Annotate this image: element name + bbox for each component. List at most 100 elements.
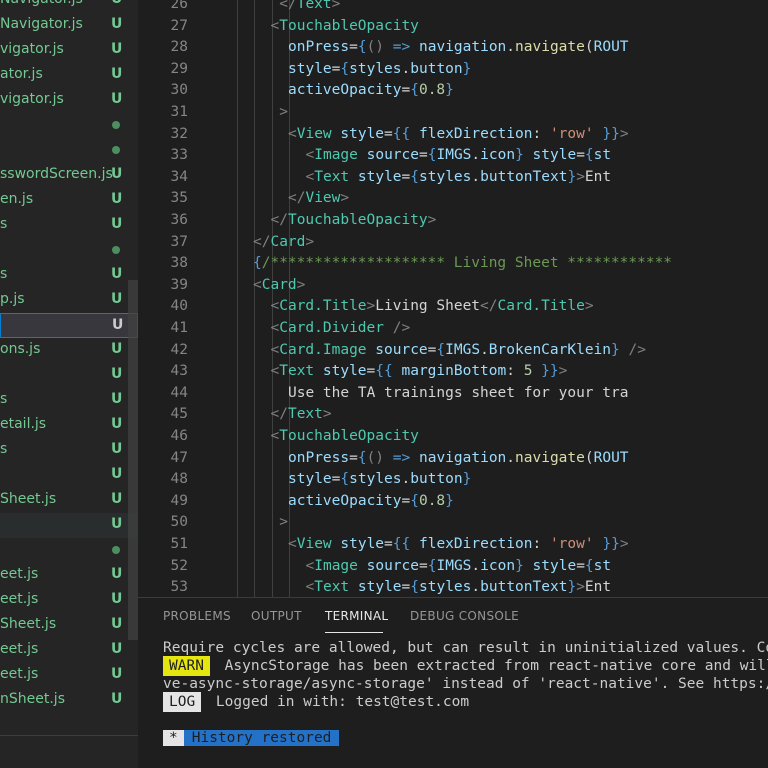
file-item[interactable]: Navigator.js U bbox=[0, 13, 138, 38]
code-token: navigation bbox=[418, 39, 507, 56]
code-line[interactable]: 38 {/******************** Living Sheet **… bbox=[138, 253, 768, 275]
file-item[interactable]: U bbox=[0, 363, 138, 388]
code-token: > bbox=[340, 190, 350, 207]
code-token: > bbox=[331, 0, 341, 12]
code-line[interactable]: 33 <Image source={IMGS.icon} style={st bbox=[138, 145, 768, 167]
code-token: style bbox=[357, 579, 402, 596]
file-item[interactable]: sU bbox=[0, 388, 138, 413]
code-token: } bbox=[462, 60, 472, 77]
file-item[interactable]: U bbox=[0, 513, 138, 538]
code-text: <Text style={styles.buttonText}>Ent bbox=[306, 577, 612, 597]
file-name: Navigator.js bbox=[0, 16, 83, 32]
code-token: Text bbox=[314, 168, 350, 185]
file-item[interactable] bbox=[0, 113, 138, 138]
file-item[interactable]: Navigator.js U bbox=[0, 0, 138, 13]
file-item[interactable]: Sheet.js U bbox=[0, 488, 138, 513]
code-token: </ bbox=[480, 298, 498, 315]
code-token: > bbox=[619, 536, 629, 552]
file-item[interactable]: etail.js U bbox=[0, 413, 138, 438]
code-token: > bbox=[576, 168, 585, 185]
code-token: Card.Divider bbox=[279, 320, 384, 336]
file-item[interactable]: eet.js U bbox=[0, 663, 138, 688]
code-line[interactable]: 44 Use the TA trainings sheet for your tr… bbox=[138, 383, 768, 405]
modified-dot-icon bbox=[112, 121, 120, 129]
code-token: > bbox=[427, 212, 437, 228]
code-line[interactable]: 47 onPress={() => navigation.navigate(ROU… bbox=[138, 448, 768, 470]
code-token: ( bbox=[584, 449, 594, 466]
file-item[interactable]: eet.js U bbox=[0, 563, 138, 588]
file-item[interactable]: p.js U bbox=[0, 288, 138, 313]
line-number: 26 bbox=[170, 0, 188, 12]
code-line[interactable]: 26 </Text> bbox=[138, 0, 768, 16]
file-item[interactable]: sswordScreen.js U bbox=[0, 163, 138, 188]
code-line[interactable]: 41 <Card.Divider /> bbox=[138, 318, 768, 340]
code-line[interactable]: 49 activeOpacity={0.8} bbox=[138, 491, 768, 513]
code-line[interactable]: 29 style={styles.button} bbox=[138, 59, 768, 81]
code-token: < bbox=[270, 363, 280, 380]
code-token: navigate bbox=[515, 449, 585, 466]
file-item[interactable]: eet.js U bbox=[0, 588, 138, 613]
code-text: onPress={() => navigation.navigate(ROUT bbox=[288, 448, 629, 470]
untracked-badge: U bbox=[111, 441, 123, 457]
code-line[interactable]: 31 > bbox=[138, 102, 768, 124]
untracked-badge: U bbox=[112, 317, 124, 333]
file-item[interactable]: nSheet.js U bbox=[0, 688, 138, 713]
code-line[interactable]: 43 <Text style={{ marginBottom: 5 }}> bbox=[138, 361, 768, 383]
code-line[interactable]: 46 <TouchableOpacity bbox=[138, 426, 768, 448]
file-item[interactable]: sU bbox=[0, 263, 138, 288]
code-token: activeOpacity bbox=[288, 82, 402, 99]
file-item[interactable]: Sheet.js U bbox=[0, 613, 138, 638]
code-line[interactable]: 35 </View> bbox=[138, 188, 768, 210]
file-item[interactable]: sU bbox=[0, 438, 138, 463]
code-line[interactable]: 28 onPress={() => navigation.navigate(ROU… bbox=[138, 37, 768, 59]
sidebar-scrollbar[interactable] bbox=[128, 280, 138, 640]
file-item[interactable]: U bbox=[0, 463, 138, 488]
code-token: style bbox=[357, 168, 402, 185]
code-token: style bbox=[532, 147, 577, 164]
code-line[interactable]: 52 <Image source={IMGS.icon} style={st bbox=[138, 556, 768, 578]
code-token: {{ bbox=[392, 536, 419, 552]
tab-terminal[interactable]: TERMINAL bbox=[325, 609, 388, 623]
code-token: style bbox=[322, 363, 367, 380]
code-line[interactable]: 37 </Card> bbox=[138, 232, 768, 254]
file-item[interactable]: en.js U bbox=[0, 188, 138, 213]
untracked-badge: U bbox=[111, 91, 123, 107]
code-token: ROUT bbox=[593, 449, 629, 466]
code-line[interactable]: 42 <Card.Image source={IMGS.BrokenCarKlei… bbox=[138, 340, 768, 362]
file-name: nSheet.js bbox=[0, 691, 65, 707]
file-item[interactable]: sU bbox=[0, 213, 138, 238]
code-line[interactable]: 48 style={styles.button} bbox=[138, 469, 768, 491]
code-token: View bbox=[296, 125, 332, 142]
file-item[interactable]: vigator.js U bbox=[0, 38, 138, 63]
file-item[interactable] bbox=[0, 538, 138, 563]
code-line[interactable]: 40 <Card.Title>Living Sheet</Card.Title> bbox=[138, 296, 768, 318]
code-line[interactable]: 32 <View style={{ flexDirection: 'row' }}… bbox=[138, 124, 768, 146]
code-line[interactable]: 34 <Text style={styles.buttonText}>Ent bbox=[138, 167, 768, 189]
file-item[interactable]: ons.js U bbox=[0, 338, 138, 363]
code-line[interactable]: 53 <Text style={styles.buttonText}>Ent bbox=[138, 577, 768, 597]
code-line[interactable]: 45 </Text> bbox=[138, 404, 768, 426]
code-token: source bbox=[366, 147, 420, 164]
code-line[interactable]: 51 <View style={{ flexDirection: 'row' }}… bbox=[138, 534, 768, 556]
file-name: s bbox=[0, 441, 8, 457]
code-editor[interactable]: 26 </Text> 27 <TouchableOpacity 28 onPress={(… bbox=[138, 0, 768, 597]
code-line[interactable]: 36 </TouchableOpacity> bbox=[138, 210, 768, 232]
file-item[interactable]: eet.js U bbox=[0, 638, 138, 663]
terminal-line: Require cycles are allowed, but can resu… bbox=[163, 640, 768, 656]
file-item[interactable] bbox=[0, 138, 138, 163]
code-line[interactable]: 30 activeOpacity={0.8} bbox=[138, 80, 768, 102]
tab-debug-console[interactable]: DEBUG CONSOLE bbox=[410, 609, 519, 623]
code-line[interactable]: 39 <Card> bbox=[138, 275, 768, 297]
code-line[interactable]: 27 <TouchableOpacity bbox=[138, 16, 768, 38]
tab-output[interactable]: OUTPUT bbox=[251, 609, 302, 623]
tab-problems[interactable]: PROBLEMS bbox=[163, 609, 231, 623]
line-number: 52 bbox=[170, 557, 188, 574]
code-text: </Card> bbox=[253, 232, 314, 254]
file-item[interactable]: vigator.js U bbox=[0, 88, 138, 113]
code-line[interactable]: 50 > bbox=[138, 512, 768, 534]
file-item[interactable]: ator.js U bbox=[0, 63, 138, 88]
file-item[interactable] bbox=[0, 238, 138, 263]
file-item[interactable]: U bbox=[0, 313, 138, 338]
